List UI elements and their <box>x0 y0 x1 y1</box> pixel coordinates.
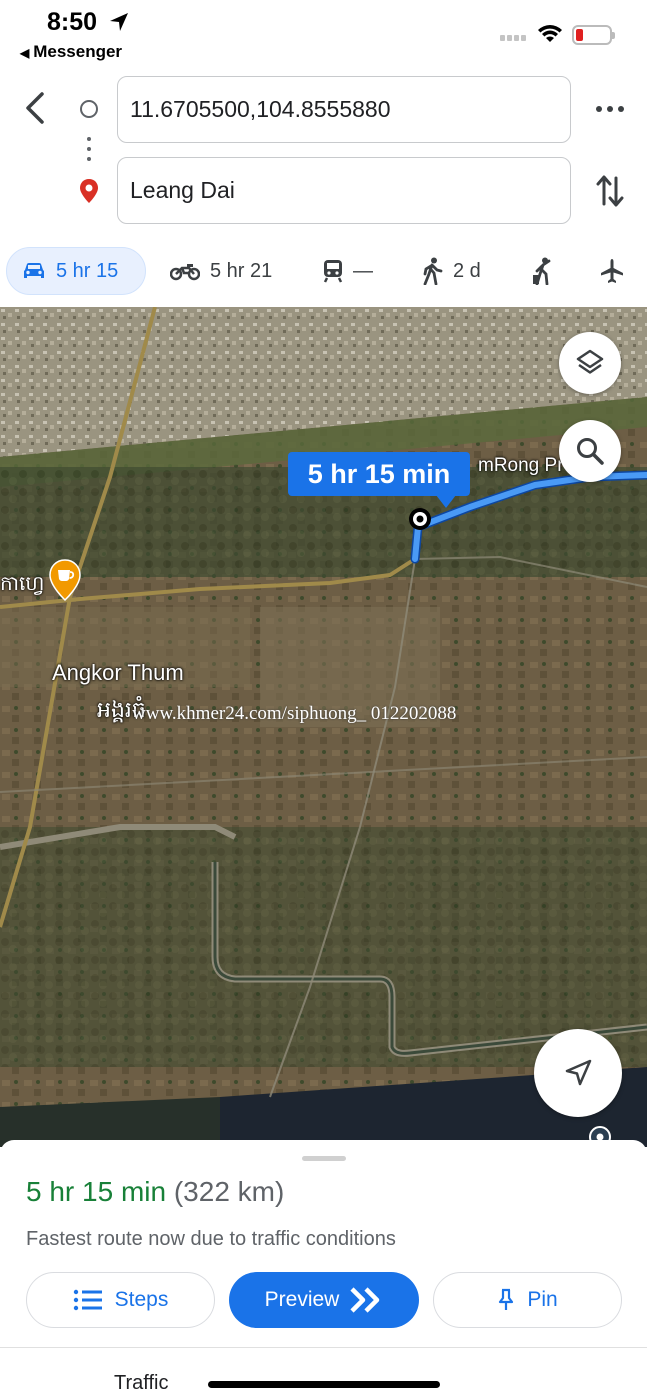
mode-motorcycle-tab[interactable]: 5 hr 21 <box>170 247 272 295</box>
mode-walk-tab[interactable]: 2 d <box>421 247 481 295</box>
battery-icon <box>572 25 615 45</box>
pin-button[interactable]: Pin <box>433 1272 622 1328</box>
pin-icon <box>499 1288 514 1310</box>
map-label-angkor-thum[interactable]: Angkor Thum <box>52 660 184 686</box>
mode-motorcycle-label: 5 hr 21 <box>210 259 273 282</box>
layers-icon <box>576 349 604 374</box>
back-triangle-icon: ◀ <box>20 46 30 60</box>
steps-button[interactable]: Steps <box>26 1272 215 1328</box>
travel-mode-bar: 5 hr 15 5 hr 21 — 2 d <box>0 247 647 303</box>
route-duration: 5 hr 15 min <box>26 1176 167 1207</box>
motorcycle-icon <box>170 264 200 281</box>
search-icon <box>577 438 604 465</box>
watermark-text: www.khmer24.com/siphuong_ 012202088 <box>132 703 457 724</box>
route-summary-sheet: 5 hr 15 min (322 km) Fastest route now d… <box>0 1140 647 1400</box>
mode-flight-tab[interactable] <box>599 247 635 295</box>
mode-drive-label: 5 hr 15 <box>56 259 119 282</box>
back-app-label: Messenger <box>33 42 123 61</box>
clock: 8:50 <box>47 8 98 36</box>
route-summary: 5 hr 15 min (322 km) <box>26 1176 284 1208</box>
preview-label: Preview <box>264 1288 340 1311</box>
mode-transit-label: — <box>353 259 373 282</box>
route-duration-bubble[interactable]: 5 hr 15 min <box>288 452 470 508</box>
walking-icon <box>423 257 443 285</box>
wifi-icon <box>538 25 562 42</box>
more-options-icon[interactable] <box>594 94 626 124</box>
map-label-school: mRong Pr <box>478 455 564 476</box>
route-distance: (322 km) <box>173 1176 285 1207</box>
cafe-marker-icon[interactable] <box>49 559 81 601</box>
route-subtext: Fastest route now due to traffic conditi… <box>26 1228 396 1250</box>
home-indicator[interactable] <box>208 1381 440 1388</box>
map-label-cafe-partial: កាហ្វេ <box>0 573 45 595</box>
sheet-divider <box>0 1347 647 1348</box>
back-arrow-icon[interactable] <box>20 88 52 128</box>
pin-label: Pin <box>527 1288 558 1311</box>
search-along-route-button[interactable] <box>559 420 621 482</box>
airplane-icon <box>601 259 623 283</box>
ride-hail-icon <box>533 257 551 285</box>
location-arrow-icon <box>110 13 128 31</box>
preview-button[interactable]: Preview <box>229 1272 419 1328</box>
list-icon <box>73 1289 102 1311</box>
map-view[interactable]: 5 hr 15 min mRong Pr កាហ្វេ Angkor Thum … <box>0 307 647 1147</box>
origin-input[interactable]: 11.6705500,104.8555880 <box>117 76 571 143</box>
navigation-arrow-icon <box>565 1059 592 1086</box>
status-bar: 8:50 ◀ Messenger <box>0 0 647 70</box>
back-to-app-link[interactable]: ◀ Messenger <box>20 42 122 62</box>
double-chevron-icon <box>350 1287 380 1313</box>
destination-input[interactable]: Leang Dai <box>117 157 571 224</box>
layers-button[interactable] <box>559 332 621 394</box>
recenter-button[interactable] <box>534 1029 622 1117</box>
mode-transit-tab[interactable]: — <box>323 247 373 295</box>
cellular-signal-icon <box>500 35 526 41</box>
route-dots-icon <box>87 137 91 165</box>
traffic-tab[interactable]: Traffic <box>114 1372 168 1395</box>
destination-pin-icon <box>80 179 98 203</box>
mode-walk-label: 2 d <box>453 259 481 282</box>
steps-label: Steps <box>114 1288 169 1311</box>
battery-level <box>576 29 583 41</box>
train-icon <box>323 260 343 283</box>
mode-drive-tab[interactable]: 5 hr 15 <box>6 247 146 295</box>
car-icon <box>24 263 44 278</box>
swap-icon[interactable] <box>594 172 626 210</box>
sheet-drag-handle[interactable] <box>302 1156 346 1161</box>
mode-ride-tab[interactable] <box>530 247 564 295</box>
origin-circle-icon <box>80 100 98 118</box>
